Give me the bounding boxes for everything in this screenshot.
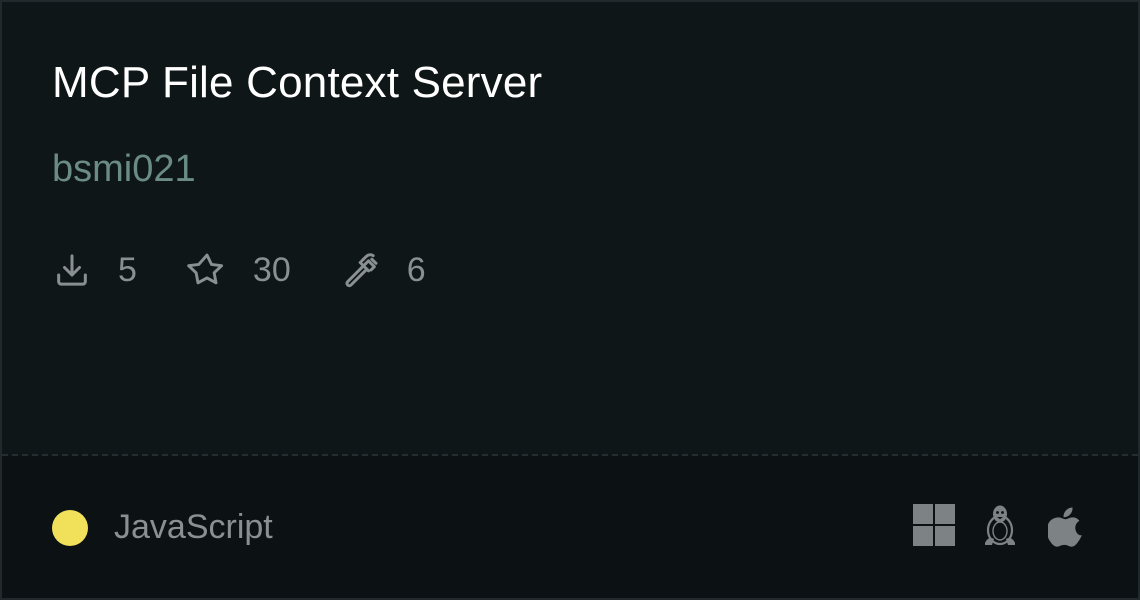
download-icon [52,250,92,290]
download-count: 5 [118,250,137,289]
card-footer: JavaScript [2,456,1138,598]
tool-count: 6 [406,250,426,289]
star-icon [187,250,227,290]
linux-icon [978,502,1022,548]
server-title[interactable]: MCP File Context Server [52,58,542,108]
hammer-icon [341,250,381,290]
star-count: 30 [252,250,291,289]
platform-list [890,502,1088,548]
card-body: MCP File Context Server bsmi021 5 30 6 [2,2,1138,454]
author-link[interactable]: bsmi021 [52,148,196,191]
language-color-dot [52,509,88,546]
windows-icon [912,502,956,548]
stat-downloads: 5 [52,250,137,290]
stat-tools: 6 [341,250,426,290]
server-card[interactable]: MCP File Context Server bsmi021 5 30 6 J… [0,0,1140,600]
language-info: JavaScript [52,508,273,547]
stats-row: 5 30 6 [52,246,476,294]
stat-stars: 30 [187,250,291,290]
apple-icon [1044,502,1088,548]
language-name: JavaScript [114,508,273,546]
